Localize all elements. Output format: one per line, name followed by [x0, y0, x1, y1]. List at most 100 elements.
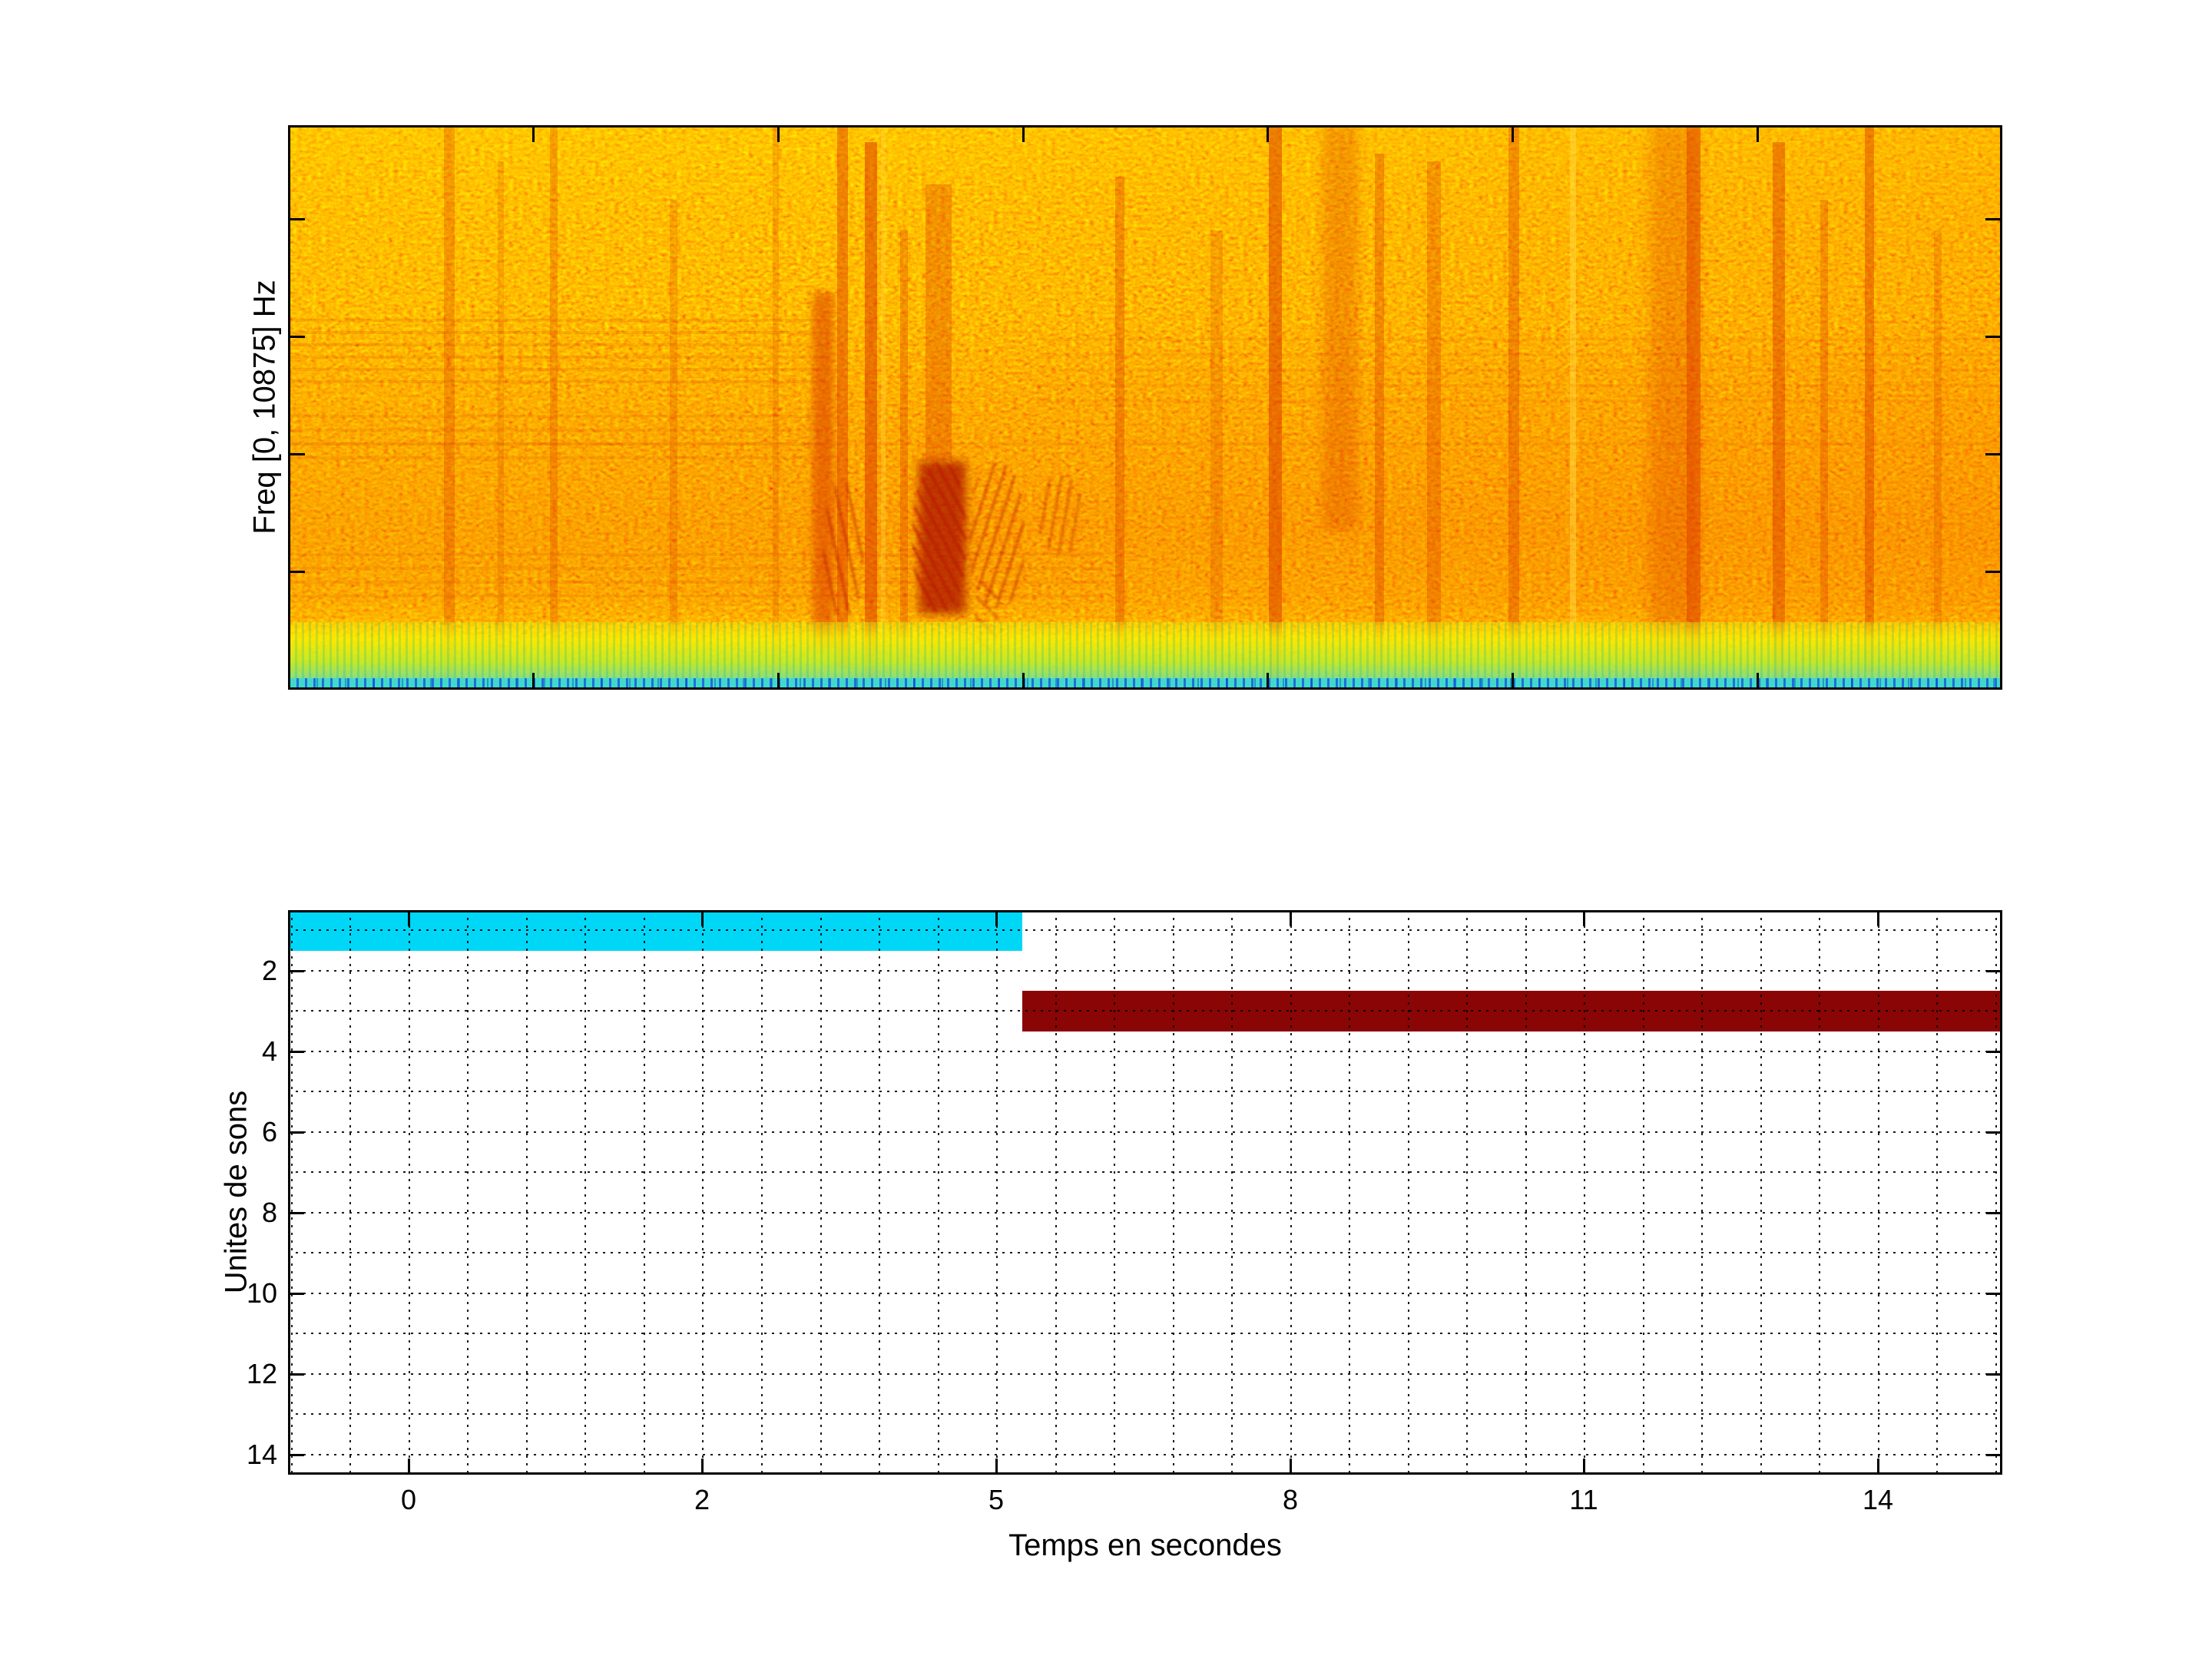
timeline-grid-vline — [1819, 910, 1820, 1475]
timeline-grid-hline — [288, 1373, 2002, 1375]
timeline-xlabel: Temps en secondes — [1008, 1528, 1282, 1562]
spectrogram-streak — [550, 125, 558, 690]
timeline-grid-vline — [1114, 910, 1115, 1475]
timeline-ytick-left — [288, 1212, 304, 1214]
timeline-xtick-label: 8 — [1282, 1484, 1299, 1515]
timeline-xtick-bottom — [995, 1459, 998, 1475]
spectrogram-streak — [1269, 125, 1282, 690]
timeline-ytick-label: 12 — [246, 1358, 277, 1389]
timeline-ytick-left — [288, 1454, 304, 1456]
spectrogram-ytick-right — [1985, 571, 2002, 573]
timeline-xtick-bottom — [1290, 1459, 1292, 1475]
timeline-xtick-label: 5 — [988, 1484, 1005, 1515]
spectrogram-lowfreq-band — [288, 622, 2002, 678]
timeline-xtick-top — [701, 910, 704, 926]
spectrogram-streak — [1508, 125, 1519, 680]
spectrogram-streak — [1773, 142, 1785, 690]
spectrogram-ytick-left — [288, 453, 305, 455]
timeline-grid-hline — [288, 1454, 2002, 1455]
timeline-xtick-bottom — [408, 1459, 410, 1475]
timeline-grid-vline — [702, 910, 704, 1475]
timeline-grid-vline — [820, 910, 822, 1475]
timeline-ytick-right — [1986, 1454, 2002, 1456]
timeline-grid-vline — [1936, 910, 1938, 1475]
spectrogram-ylabel: Freq [0, 10875] Hz — [247, 280, 282, 535]
timeline-grid-vline — [467, 910, 469, 1475]
timeline-ytick-label: 4 — [261, 1035, 277, 1067]
spectrogram-ytick-right — [1985, 453, 2002, 455]
spectrogram-xtick-top — [1022, 125, 1025, 142]
timeline-ytick-right — [1986, 1051, 2002, 1053]
timeline-xtick-bottom — [1877, 1459, 1879, 1475]
timeline-ytick-label: 2 — [261, 955, 277, 986]
timeline-grid-vline — [879, 910, 880, 1475]
timeline-ytick-left — [288, 970, 304, 972]
timeline-ytick-left — [288, 1373, 304, 1376]
spectrogram-xtick-bottom — [532, 673, 535, 690]
timeline-grid-vline — [1995, 910, 1997, 1475]
spectrogram-xtick-top — [1757, 125, 1759, 142]
spectrogram-streak — [926, 184, 952, 461]
timeline-grid-vline — [761, 910, 763, 1475]
timeline-grid-vline — [1349, 910, 1350, 1475]
timeline-grid-vline — [644, 910, 645, 1475]
spectrogram-xtick-bottom — [1512, 673, 1514, 690]
timeline-xtick-top — [408, 910, 410, 926]
spectrogram-xtick-bottom — [777, 673, 780, 690]
timeline-ytick-left — [288, 1051, 304, 1053]
timeline-grid-hline — [288, 970, 2002, 972]
timeline-xtick-bottom — [701, 1459, 704, 1475]
timeline-ytick-left — [288, 1293, 304, 1295]
spectrogram-ytick-right — [1985, 218, 2002, 220]
spectrogram-streak — [1687, 125, 1700, 690]
spectrogram-plot — [288, 125, 2002, 690]
timeline-ytick-right — [1986, 970, 2002, 972]
timeline-grid-vline — [1643, 910, 1644, 1475]
spectrogram-ytick-left — [288, 336, 305, 338]
timeline-grid-vline — [1525, 910, 1527, 1475]
timeline-ytick-right — [1986, 1212, 2002, 1214]
timeline-grid-vline — [409, 910, 410, 1475]
timeline-xtick-label: 2 — [694, 1484, 710, 1515]
timeline-xtick-top — [1290, 910, 1292, 926]
spectrogram-xtick-top — [1512, 125, 1514, 142]
spectrogram-light-seam — [881, 125, 886, 690]
spectrogram-light-seam — [1570, 125, 1576, 690]
timeline-xtick-label: 14 — [1862, 1484, 1894, 1515]
timeline-grid-vline — [349, 910, 351, 1475]
spectrogram-streak — [1323, 125, 1358, 530]
spectrogram-ytick-right — [1985, 336, 2002, 338]
timeline-grid-vline — [996, 910, 998, 1475]
timeline-grid-vline — [1290, 910, 1292, 1475]
spectrogram-striation-band — [288, 553, 1102, 601]
spectrogram-ytick-left — [288, 218, 305, 220]
timeline-grid-vline — [291, 910, 293, 1475]
spectrogram-striation-band — [288, 442, 2002, 462]
timeline-ytick-right — [1986, 1373, 2002, 1376]
timeline-grid-vline — [1231, 910, 1233, 1475]
spectrogram-xtick-bottom — [1022, 673, 1025, 690]
timeline-ytick-left — [288, 1131, 304, 1134]
timeline-grid-hline — [288, 1252, 2002, 1253]
timeline-grid-vline — [1466, 910, 1468, 1475]
spectrogram-xtick-top — [532, 125, 535, 142]
spectrogram-streak — [1375, 154, 1384, 668]
spectrogram-streak — [1427, 161, 1441, 690]
spectrogram-xtick-bottom — [1267, 673, 1269, 690]
timeline-grid-vline — [1408, 910, 1409, 1475]
timeline-xtick-top — [995, 910, 998, 926]
spectrogram-striation-band — [288, 319, 830, 389]
timeline-grid-vline — [1173, 910, 1174, 1475]
timeline-grid-vline — [1584, 910, 1585, 1475]
timeline-grid-vline — [1760, 910, 1762, 1475]
timeline-xtick-top — [1583, 910, 1585, 926]
figure: Freq [0, 10875] Hz 0 2 5 8 11 14 2 4 6 8 10 12 14 Un… — [0, 0, 2212, 1659]
timeline-plot: 0 2 5 8 11 14 2 4 6 8 10 12 14 — [247, 910, 2002, 1515]
timeline-xtick-label: 11 — [1569, 1484, 1598, 1515]
spectrogram-streak — [1115, 177, 1124, 668]
spectrogram-streak — [1820, 200, 1828, 661]
spectrogram-shading — [288, 125, 2002, 690]
timeline-ylabel: Unites de sons — [219, 1090, 253, 1294]
spectrogram-ytick-left — [288, 571, 305, 573]
timeline-xtick-label: 0 — [400, 1484, 417, 1515]
